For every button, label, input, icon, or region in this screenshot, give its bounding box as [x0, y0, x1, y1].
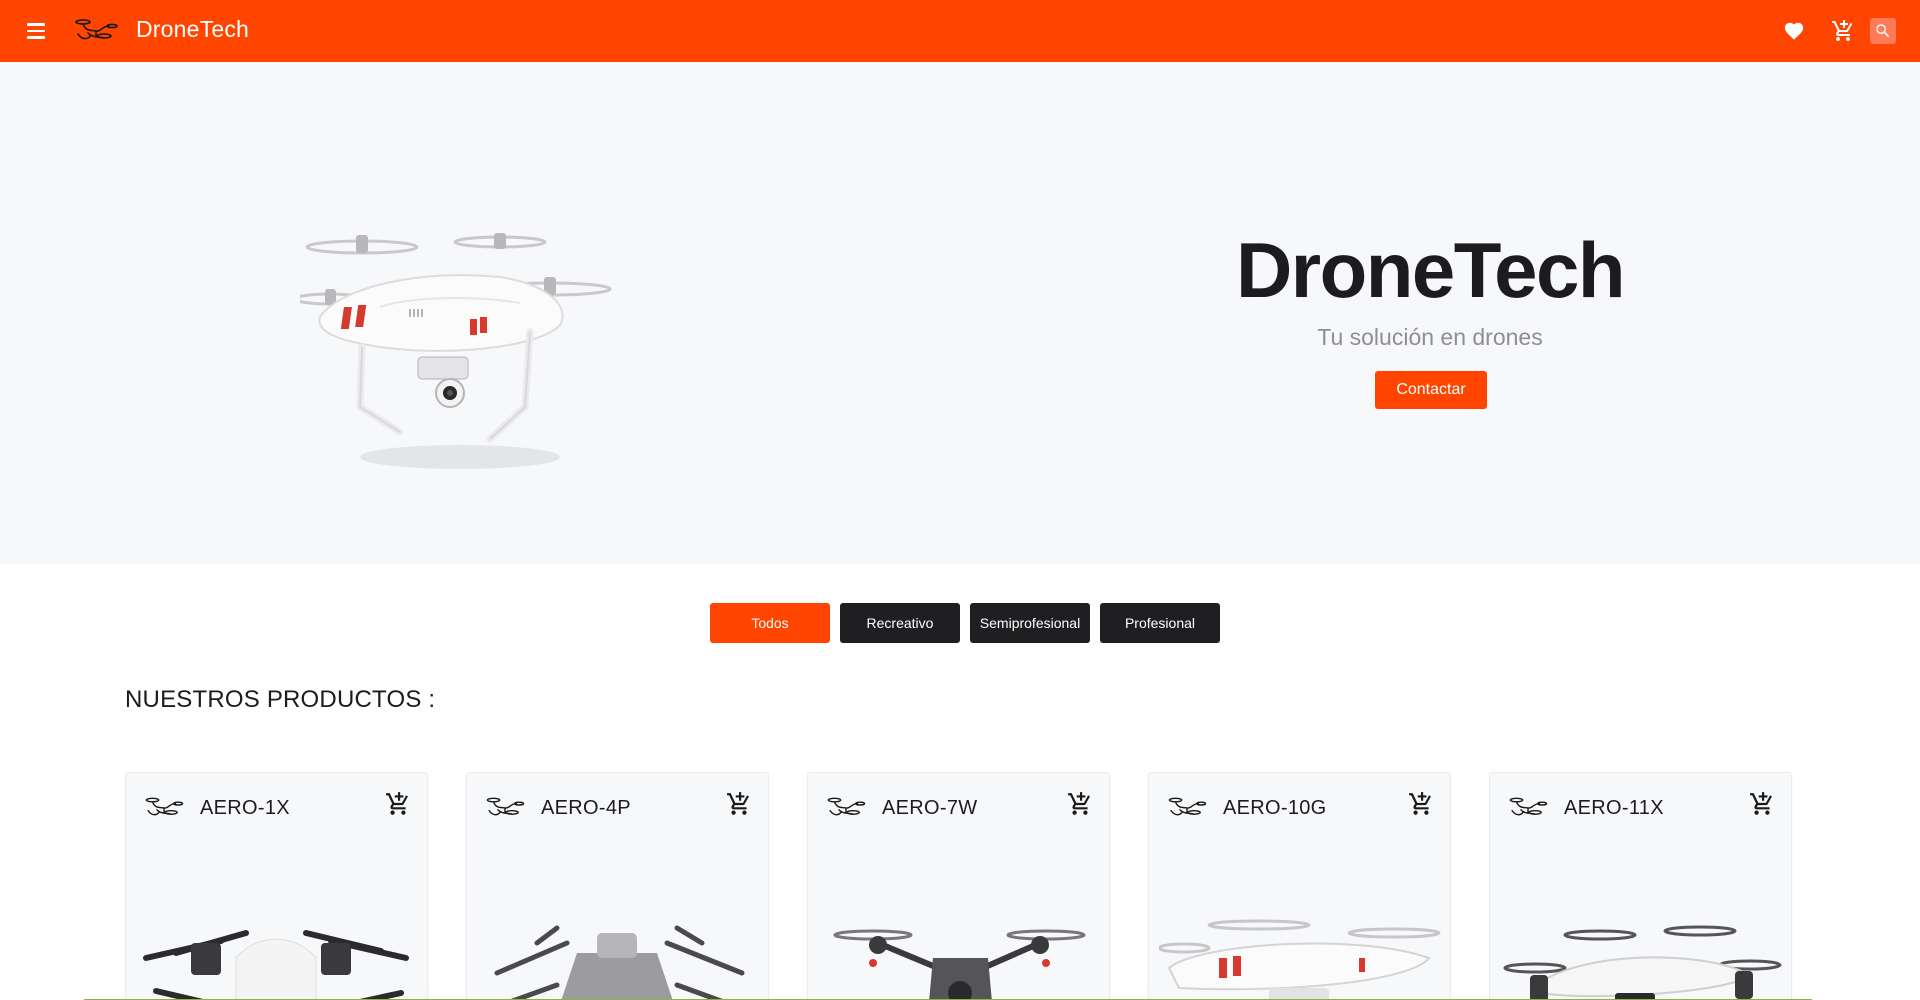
category-filters: Todos Recreativo Semiprofesional Profesi… [710, 603, 1220, 643]
hero-drone-image [300, 233, 612, 469]
product-card[interactable]: AERO-11X [1489, 772, 1792, 1000]
drone-logo-icon [144, 793, 184, 823]
favorites-button[interactable] [1779, 16, 1809, 46]
product-card[interactable]: AERO-1X [125, 772, 428, 1000]
products-section-title: NUESTROS PRODUCTOS : [125, 686, 436, 713]
product-image [833, 929, 1086, 1000]
drone-logo-icon [1167, 793, 1207, 823]
drone-logo-icon [1508, 793, 1548, 823]
hero-title: DroneTech [1235, 226, 1626, 314]
add-to-cart-icon[interactable] [1749, 791, 1775, 817]
add-to-cart-icon[interactable] [726, 791, 752, 817]
drone-logo-icon [826, 793, 866, 823]
product-name: AERO-11X [1564, 797, 1664, 819]
contact-button[interactable]: Contactar [1375, 371, 1487, 409]
product-card[interactable]: AERO-10G [1148, 772, 1451, 1000]
menu-icon [27, 23, 45, 26]
top-app-bar: DroneTech [0, 0, 1920, 62]
product-image [1159, 919, 1441, 1000]
product-image [494, 925, 745, 1000]
add-to-cart-icon[interactable] [1067, 791, 1093, 817]
filter-todos[interactable]: Todos [710, 603, 830, 643]
cart-icon [1831, 19, 1855, 43]
filter-recreativo[interactable]: Recreativo [840, 603, 960, 643]
product-card[interactable]: AERO-7W [807, 772, 1110, 1000]
add-to-cart-icon[interactable] [1408, 791, 1434, 817]
heart-icon [1784, 22, 1804, 40]
product-image [1503, 925, 1782, 1000]
product-list: AERO-1X AERO-4P AERO-7W AERO-10G AERO-11… [125, 772, 1792, 1000]
menu-button[interactable] [24, 19, 48, 43]
hero-subtitle: Tu solución en drones [1317, 324, 1543, 350]
search-icon [1876, 24, 1890, 38]
cart-button[interactable] [1828, 16, 1858, 46]
product-name: AERO-10G [1223, 797, 1327, 819]
filter-profesional[interactable]: Profesional [1100, 603, 1220, 643]
product-name: AERO-1X [200, 797, 290, 819]
search-button[interactable] [1870, 18, 1896, 44]
product-name: AERO-4P [541, 797, 631, 819]
product-card[interactable]: AERO-4P [466, 772, 769, 1000]
drone-logo-icon [485, 793, 525, 823]
product-image [143, 930, 409, 1000]
add-to-cart-icon[interactable] [385, 791, 411, 817]
drone-logo-icon [74, 14, 118, 48]
filter-semiprofesional[interactable]: Semiprofesional [970, 603, 1090, 643]
hero-banner: DroneTech Tu solución en drones Contacta… [0, 62, 1920, 564]
product-name: AERO-7W [882, 797, 978, 819]
app-title[interactable]: DroneTech [136, 16, 249, 43]
